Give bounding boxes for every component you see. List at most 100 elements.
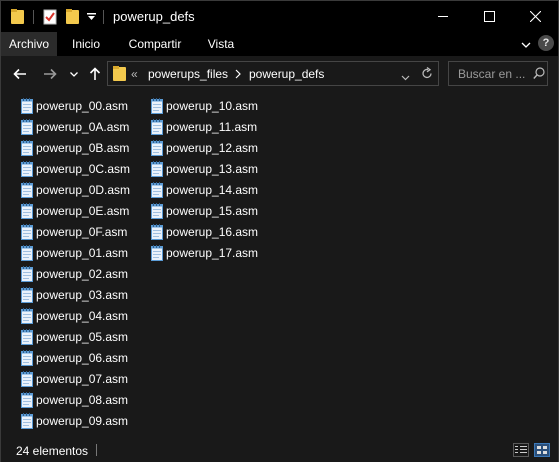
file-item[interactable]: powerup_08.asm	[21, 390, 128, 410]
back-button[interactable]	[9, 56, 31, 92]
address-dropdown-icon[interactable]	[401, 70, 410, 84]
file-name: powerup_17.asm	[166, 246, 259, 260]
file-item[interactable]: powerup_0F.asm	[21, 222, 127, 242]
refresh-icon[interactable]	[421, 66, 433, 83]
file-item[interactable]: powerup_09.asm	[21, 411, 128, 431]
search-icon[interactable]	[533, 67, 545, 83]
explorer-window: powerup_defs Archivo Inicio Compartir Vi…	[0, 0, 559, 462]
address-bar[interactable]: « powerups_files powerup_defs	[107, 61, 439, 86]
file-name: powerup_08.asm	[36, 393, 129, 407]
text-file-icon	[151, 203, 163, 219]
breadcrumb-powerup-defs[interactable]: powerup_defs	[249, 67, 324, 81]
file-item[interactable]: powerup_05.asm	[21, 327, 128, 347]
file-name: powerup_00.asm	[36, 99, 129, 113]
text-file-icon	[21, 350, 33, 366]
text-file-icon	[21, 182, 33, 198]
folder-app-icon	[11, 1, 24, 32]
file-item[interactable]: powerup_11.asm	[151, 117, 257, 137]
breadcrumb-overflow[interactable]: «	[131, 67, 138, 81]
text-file-icon	[21, 203, 33, 219]
status-bar: 24 elementos	[1, 438, 558, 462]
maximize-button[interactable]	[466, 1, 512, 32]
tab-vista[interactable]: Vista	[197, 32, 245, 56]
file-item[interactable]: powerup_14.asm	[151, 180, 258, 200]
file-item[interactable]: powerup_01.asm	[21, 243, 128, 263]
new-folder-icon[interactable]	[66, 1, 79, 32]
file-name: powerup_15.asm	[166, 204, 259, 218]
file-item[interactable]: powerup_06.asm	[21, 348, 128, 368]
tab-inicio[interactable]: Inicio	[60, 32, 112, 56]
file-name: powerup_0D.asm	[36, 183, 131, 197]
file-item[interactable]: powerup_07.asm	[21, 369, 128, 389]
help-icon[interactable]: ?	[538, 35, 554, 51]
text-file-icon	[21, 245, 33, 261]
navigation-bar: « powerups_files powerup_defs Buscar en …	[1, 56, 558, 92]
forward-button[interactable]	[39, 56, 61, 92]
quick-access-separator	[33, 1, 34, 32]
file-list: powerup_00.asm powerup_0A.asm powerup_0B.a…	[1, 92, 558, 437]
text-file-icon	[21, 98, 33, 114]
recent-locations-button[interactable]	[67, 56, 81, 92]
tab-compartir[interactable]: Compartir	[119, 32, 191, 56]
close-icon	[529, 11, 541, 22]
file-name: powerup_11.asm	[166, 120, 258, 134]
properties-icon[interactable]	[43, 1, 57, 32]
search-box[interactable]: Buscar en ...	[448, 61, 548, 86]
file-name: powerup_10.asm	[166, 99, 259, 113]
details-view-icon[interactable]	[513, 443, 529, 460]
file-name: powerup_06.asm	[36, 351, 129, 365]
breadcrumb-chevron-icon[interactable]	[235, 68, 241, 82]
status-separator	[96, 444, 97, 456]
file-name: powerup_0A.asm	[36, 120, 130, 134]
file-item[interactable]: powerup_16.asm	[151, 222, 258, 242]
file-name: powerup_09.asm	[36, 414, 129, 428]
folder-icon	[113, 66, 126, 81]
file-name: powerup_04.asm	[36, 309, 129, 323]
file-item[interactable]: powerup_10.asm	[151, 96, 258, 116]
file-name: powerup_02.asm	[36, 267, 129, 281]
file-item[interactable]: powerup_04.asm	[21, 306, 128, 326]
file-name: powerup_01.asm	[36, 246, 129, 260]
large-icons-view-icon[interactable]	[534, 443, 550, 460]
file-item[interactable]: powerup_0A.asm	[21, 117, 129, 137]
text-file-icon	[21, 392, 33, 408]
text-file-icon	[151, 161, 163, 177]
file-item[interactable]: powerup_00.asm	[21, 96, 128, 116]
text-file-icon	[21, 140, 33, 156]
text-file-icon	[21, 413, 33, 429]
text-file-icon	[21, 308, 33, 324]
close-button[interactable]	[512, 1, 558, 32]
ribbon-tabs: Archivo Inicio Compartir Vista ?	[1, 32, 558, 56]
minimize-button[interactable]	[420, 1, 466, 32]
file-item[interactable]: powerup_13.asm	[151, 159, 258, 179]
file-item[interactable]: powerup_03.asm	[21, 285, 128, 305]
back-arrow-icon	[13, 68, 26, 80]
file-name: powerup_13.asm	[166, 162, 259, 176]
text-file-icon	[151, 140, 163, 156]
tab-archivo[interactable]: Archivo	[1, 32, 57, 56]
text-file-icon	[21, 119, 33, 135]
window-title: powerup_defs	[113, 9, 195, 24]
file-item[interactable]: powerup_0B.asm	[21, 138, 129, 158]
text-file-icon	[21, 266, 33, 282]
customize-quick-access-icon[interactable]	[87, 1, 96, 32]
minimize-icon	[437, 16, 448, 17]
text-file-icon	[151, 98, 163, 114]
expand-ribbon-button[interactable]	[516, 32, 536, 56]
breadcrumb-powerups-files[interactable]: powerups_files	[148, 67, 228, 81]
file-item[interactable]: powerup_0C.asm	[21, 159, 130, 179]
up-button[interactable]	[86, 56, 104, 92]
text-file-icon	[21, 287, 33, 303]
up-arrow-icon	[89, 67, 101, 80]
file-item[interactable]: powerup_12.asm	[151, 138, 258, 158]
file-item[interactable]: powerup_0D.asm	[21, 180, 130, 200]
file-item[interactable]: powerup_15.asm	[151, 201, 258, 221]
file-item[interactable]: powerup_17.asm	[151, 243, 258, 263]
forward-arrow-icon	[44, 68, 57, 80]
file-name: powerup_0B.asm	[36, 141, 130, 155]
text-file-icon	[151, 182, 163, 198]
text-file-icon	[151, 224, 163, 240]
text-file-icon	[21, 161, 33, 177]
file-item[interactable]: powerup_0E.asm	[21, 201, 129, 221]
file-item[interactable]: powerup_02.asm	[21, 264, 128, 284]
